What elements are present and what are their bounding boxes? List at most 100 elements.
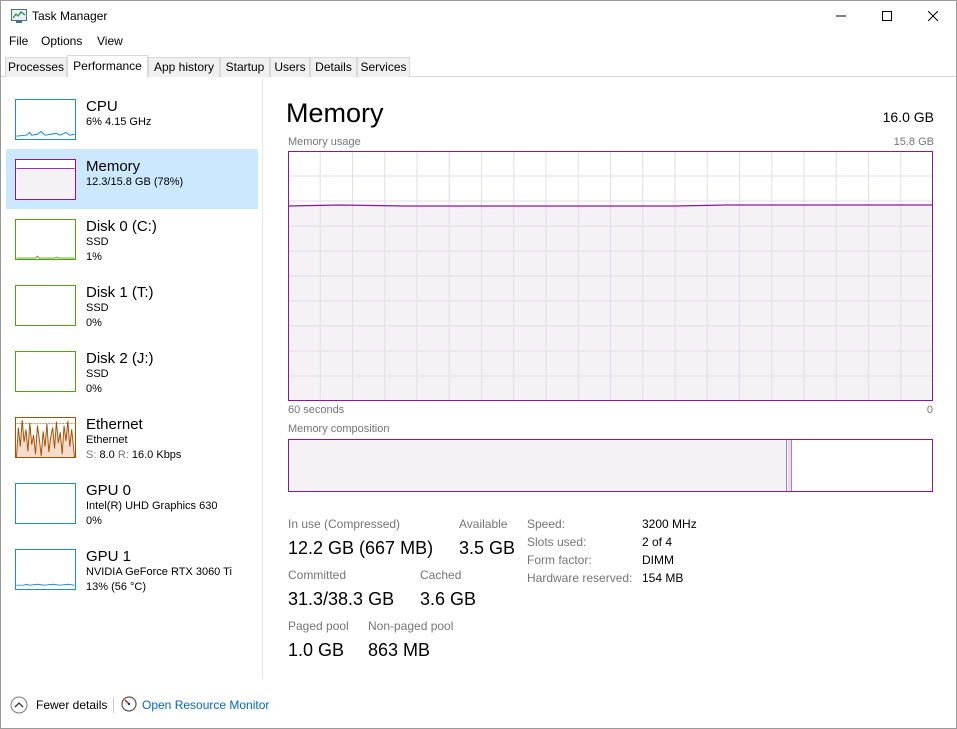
speed-value: 3200 MHz [642, 517, 697, 531]
page-title: Memory [286, 98, 384, 128]
tab-bar: Processes Performance App history Startu… [1, 55, 956, 78]
tab-performance[interactable]: Performance [67, 55, 148, 78]
sidebar-item-disk-2[interactable]: Disk 2 (J:) SSD 0% [6, 341, 258, 401]
axis-time-label: 60 seconds [288, 404, 345, 416]
sidebar-item-title: Disk 0 (C:) [86, 218, 157, 235]
slots-used-label: Slots used: [527, 535, 587, 549]
total-memory: 16.0 GB [882, 109, 934, 125]
send-label: S: [86, 449, 97, 461]
cached-label: Cached [420, 568, 462, 582]
cached-value: 3.6 GB [420, 589, 477, 609]
sidebar-item-memory[interactable]: Memory 12.3/15.8 GB (78%) [6, 149, 258, 209]
hardware-reserved-value: 154 MB [642, 571, 684, 585]
maximize-button[interactable] [864, 1, 910, 31]
send-value: 8.0 [99, 449, 115, 461]
title-bar: Task Manager [1, 1, 956, 31]
menu-options[interactable]: Options [41, 34, 82, 48]
sidebar-item-title: CPU [86, 98, 118, 115]
disk-2-thumbnail-graph [15, 351, 76, 392]
sidebar-item-device: NVIDIA GeForce RTX 3060 Ti [86, 566, 232, 578]
sidebar-item-title: GPU 1 [86, 548, 132, 565]
sidebar-item-usage: 0% [86, 383, 102, 395]
sidebar-item-title: Memory [86, 158, 141, 175]
performance-sidebar: CPU 6% 4.15 GHz Memory 12.3/15.8 GB (78%… [1, 78, 263, 679]
receive-label: R: [117, 449, 129, 461]
committed-value: 31.3/38.3 GB [288, 589, 395, 609]
minimize-icon [836, 15, 846, 17]
sidebar-item-title: Disk 2 (J:) [86, 350, 154, 367]
sidebar-item-type: SSD [86, 368, 109, 380]
sidebar-item-ethernet[interactable]: Ethernet Ethernet S: 8.0 R: 16.0 Kbps [6, 407, 258, 467]
memory-usage-label: Memory usage [288, 136, 361, 148]
sidebar-item-type: SSD [86, 302, 109, 314]
paged-pool-value: 1.0 GB [288, 640, 345, 660]
tab-processes[interactable]: Processes [5, 57, 67, 77]
composition-modified-segment [788, 440, 792, 491]
cpu-thumbnail-graph [15, 99, 76, 140]
sidebar-item-title: Disk 1 (T:) [86, 284, 154, 301]
in-use-label: In use (Compressed) [288, 517, 401, 531]
chevron-up-circle-icon[interactable] [10, 696, 28, 714]
ethernet-thumbnail-graph [15, 417, 76, 458]
task-manager-icon [11, 9, 27, 23]
available-label: Available [459, 517, 508, 531]
sidebar-item-title: GPU 0 [86, 482, 132, 499]
sidebar-item-cpu[interactable]: CPU 6% 4.15 GHz [6, 89, 258, 149]
window-title: Task Manager [32, 9, 108, 23]
disk-1-thumbnail-graph [15, 285, 76, 326]
form-factor-value: DIMM [642, 553, 674, 567]
composition-in-use-segment [289, 440, 787, 491]
memory-composition-label: Memory composition [288, 423, 390, 435]
committed-label: Committed [288, 568, 347, 582]
disk-0-thumbnail-graph [15, 219, 76, 260]
sidebar-item-title: Ethernet [86, 416, 143, 433]
menu-bar: File Options View [1, 31, 956, 51]
menu-view[interactable]: View [97, 34, 123, 48]
axis-zero-label: 0 [926, 404, 933, 416]
resource-monitor-icon[interactable] [121, 696, 137, 712]
speed-label: Speed: [527, 517, 566, 531]
slots-used-value: 2 of 4 [642, 535, 673, 549]
hardware-reserved-label: Hardware reserved: [527, 571, 633, 585]
sidebar-item-detail: 6% 4.15 GHz [86, 116, 152, 128]
memory-usage-graph [288, 151, 933, 401]
footer-divider [113, 697, 114, 713]
tab-users[interactable]: Users [270, 57, 310, 77]
sidebar-item-type: SSD [86, 236, 109, 248]
paged-pool-label: Paged pool [288, 619, 349, 633]
sidebar-item-detail: 12.3/15.8 GB (78%) [86, 176, 184, 188]
non-paged-pool-value: 863 MB [368, 640, 431, 660]
sidebar-item-adapter: Ethernet [86, 434, 128, 446]
sidebar-item-usage: 0% [86, 317, 102, 329]
tab-app-history[interactable]: App history [148, 57, 220, 77]
sidebar-item-usage: 1% [86, 251, 102, 263]
minimize-button[interactable] [818, 1, 864, 31]
close-icon [928, 11, 938, 21]
task-manager-window: Task Manager File Options View Processes… [0, 0, 957, 729]
sidebar-item-usage: 13% (56 °C) [86, 581, 147, 593]
tab-startup[interactable]: Startup [220, 57, 270, 77]
gpu-1-thumbnail-graph [15, 549, 76, 590]
maximize-icon [882, 11, 892, 21]
sidebar-item-gpu-0[interactable]: GPU 0 Intel(R) UHD Graphics 630 0% [6, 473, 258, 533]
gpu-0-thumbnail-graph [15, 483, 76, 524]
form-factor-label: Form factor: [527, 553, 592, 567]
in-use-value: 12.2 GB (667 MB) [288, 538, 434, 558]
memory-composition-bar [288, 439, 933, 492]
sidebar-item-device: Intel(R) UHD Graphics 630 [86, 500, 218, 512]
close-button[interactable] [910, 1, 956, 31]
non-paged-pool-label: Non-paged pool [368, 619, 454, 633]
memory-usage-max: 15.8 GB [893, 136, 934, 148]
available-value: 3.5 GB [459, 538, 516, 558]
open-resource-monitor-link[interactable]: Open Resource Monitor [142, 698, 269, 712]
menu-file[interactable]: File [9, 34, 28, 48]
sidebar-item-gpu-1[interactable]: GPU 1 NVIDIA GeForce RTX 3060 Ti 13% (56… [6, 539, 258, 599]
tab-services[interactable]: Services [357, 57, 410, 77]
sidebar-item-throughput: S: 8.0 R: 16.0 Kbps [86, 449, 181, 461]
footer: Fewer details Open Resource Monitor [1, 689, 956, 729]
sidebar-item-usage: 0% [86, 515, 102, 527]
fewer-details-button[interactable]: Fewer details [36, 698, 107, 712]
tab-details[interactable]: Details [310, 57, 357, 77]
sidebar-item-disk-0[interactable]: Disk 0 (C:) SSD 1% [6, 209, 258, 269]
sidebar-item-disk-1[interactable]: Disk 1 (T:) SSD 0% [6, 275, 258, 335]
